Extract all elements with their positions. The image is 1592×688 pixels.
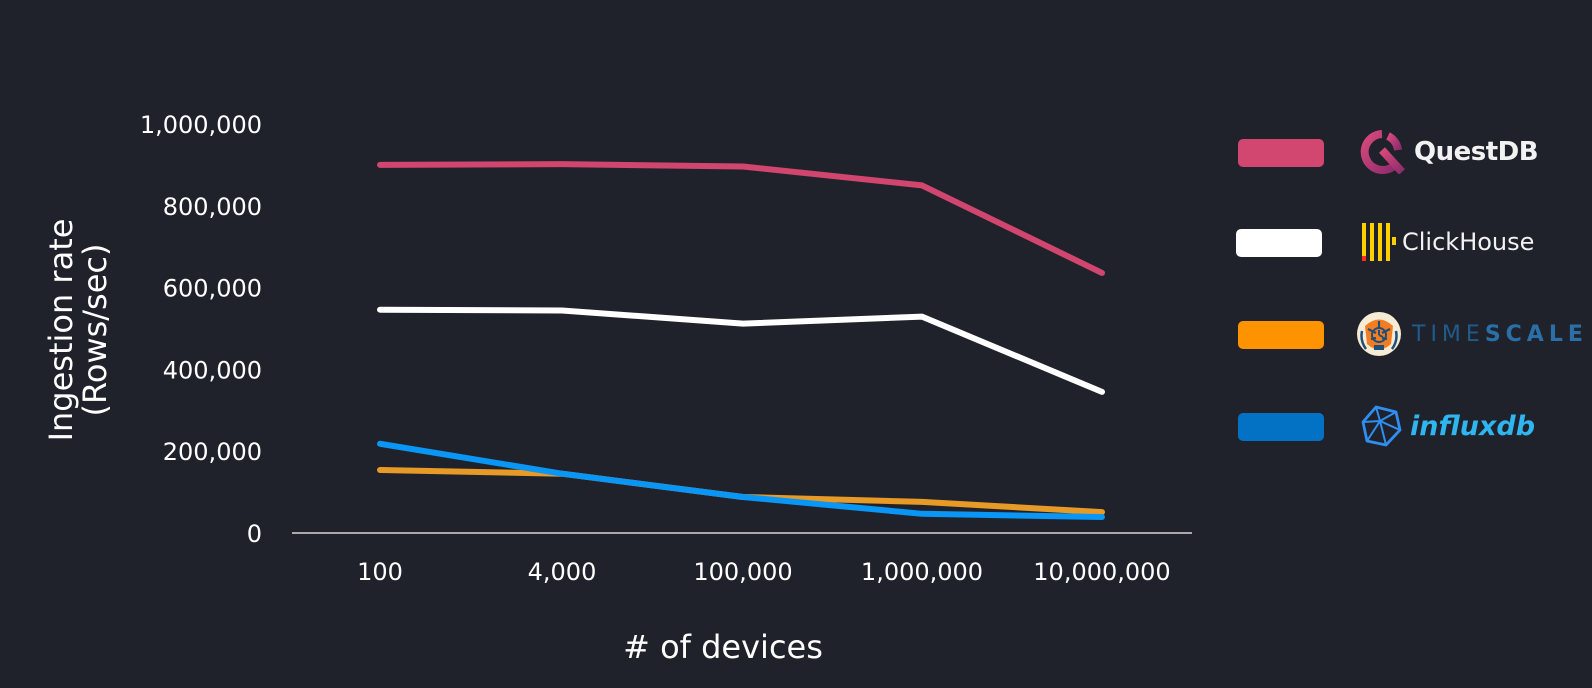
- x-tick-label: 100: [357, 558, 403, 586]
- y-tick-label: 800,000: [163, 193, 262, 221]
- questdb-logo-icon: [1360, 130, 1405, 174]
- x-tick-label: 1,000,000: [861, 558, 983, 586]
- timescale-tiger-logo-icon: [1357, 312, 1401, 356]
- legend-swatch-influxdb: [1238, 413, 1324, 441]
- y-axis-title-line-2: (Rows/sec): [76, 244, 114, 417]
- y-axis-title: Ingestion rate (Rows/sec): [42, 219, 114, 442]
- y-axis-ticks: 0 200,000 400,000 600,000 800,000 1,000,000: [140, 111, 262, 548]
- legend-swatch-timescale: [1238, 321, 1324, 349]
- legend-label-timescale-light: TIME: [1412, 321, 1485, 347]
- x-tick-label: 100,000: [693, 558, 792, 586]
- y-tick-label: 200,000: [163, 438, 262, 466]
- legend-logo-clickhouse: ClickHouse: [1360, 220, 1534, 264]
- legend-swatch-questdb: [1238, 139, 1324, 167]
- legend-label-clickhouse: ClickHouse: [1402, 228, 1535, 256]
- legend-label-timescale: TIMESCALE: [1412, 322, 1588, 347]
- legend-item-questdb: QuestDB: [1236, 130, 1586, 174]
- y-tick-label: 600,000: [163, 275, 262, 303]
- legend-logo-influxdb: influxdb: [1360, 404, 1535, 448]
- x-tick-label: 4,000: [528, 558, 597, 586]
- y-axis-title-line-1: Ingestion rate: [42, 219, 80, 442]
- legend-item-timescale: TIMESCALE: [1236, 312, 1586, 356]
- legend-item-influxdb: influxdb: [1236, 404, 1586, 447]
- y-tick-label: 400,000: [163, 356, 262, 384]
- influxdb-logo-icon: [1361, 405, 1402, 447]
- x-tick-label: 10,000,000: [1033, 558, 1170, 586]
- legend-logo-questdb: QuestDB: [1360, 130, 1539, 174]
- y-tick-label: 0: [247, 520, 262, 548]
- legend-label-influxdb: influxdb: [1410, 410, 1536, 442]
- x-axis-title: # of devices: [623, 628, 823, 666]
- series-line-clickhouse: [377, 306, 1105, 395]
- x-axis-ticks: 100 4,000 100,000 1,000,000 10,000,000: [357, 558, 1171, 586]
- legend-swatch-clickhouse: [1236, 229, 1322, 257]
- series-line-timescale: [377, 467, 1105, 516]
- legend-item-clickhouse: ClickHouse: [1236, 220, 1586, 261]
- legend-logo-timescale: TIMESCALE: [1356, 312, 1588, 356]
- clickhouse-logo-icon: [1362, 223, 1396, 261]
- legend-label-timescale-bold: SCALE: [1484, 321, 1588, 347]
- series-lines: [377, 161, 1105, 520]
- legend-label-questdb: QuestDB: [1414, 137, 1539, 167]
- series-line-questdb: [377, 161, 1105, 276]
- y-tick-label: 1,000,000: [140, 111, 262, 139]
